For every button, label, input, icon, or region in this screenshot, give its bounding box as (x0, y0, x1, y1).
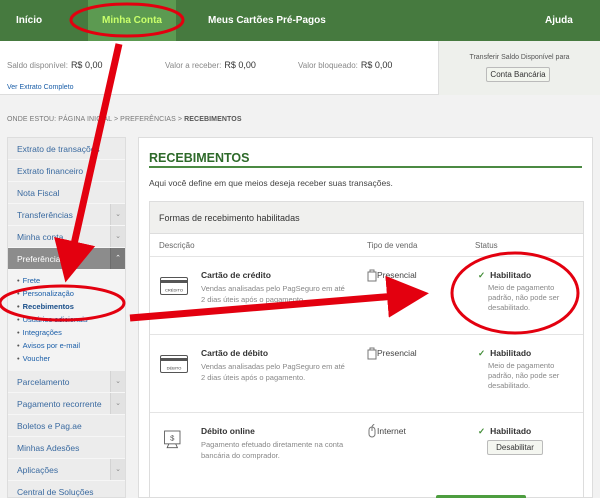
submenu-frete[interactable]: Frete (8, 274, 125, 287)
store-bag-icon (367, 347, 377, 360)
breadcrumb-current: RECEBIMENTOS (184, 116, 242, 123)
sidebar-item-extrato-financeiro[interactable]: Extrato financeiro (8, 160, 125, 182)
table-row: $ Débito online Pagamento efetuado diret… (150, 413, 583, 491)
column-headers: Descrição Tipo de venda Status (150, 234, 583, 257)
store-bag-icon (367, 269, 377, 282)
tipo-venda: Presencial (377, 348, 417, 358)
check-icon: ✓ (478, 270, 486, 280)
table-row: CRÉDITO Cartão de crédito Vendas analisa… (150, 257, 583, 335)
main-panel: RECEBIMENTOS Aqui você define em que mei… (138, 137, 593, 498)
status-badge: ✓ Habilitado (478, 426, 532, 436)
check-icon: ✓ (478, 426, 486, 436)
chevron-down-icon[interactable]: ⌄ (110, 393, 125, 414)
intro-text: Aqui você define em que meios deseja rec… (149, 178, 393, 188)
svg-text:$: $ (170, 433, 175, 442)
sidebar-item-minhas-adesoes[interactable]: Minhas Adesões (8, 437, 125, 459)
debit-card-icon: DÉBITO (160, 355, 188, 373)
submenu-recebimentos[interactable]: Recebimentos (8, 300, 125, 313)
chevron-down-icon[interactable]: ⌄ (110, 371, 125, 392)
desabilitar-button[interactable]: Desabilitar (487, 440, 543, 455)
sidebar-item-aplicacoes[interactable]: Aplicações ⌄ (8, 459, 125, 481)
transfer-label: Transferir Saldo Disponível para (469, 54, 570, 61)
status-badge: ✓ Habilitado (478, 348, 532, 358)
chevron-down-icon[interactable]: ⌄ (110, 226, 125, 247)
status-badge: ✓ Habilitado (478, 270, 532, 280)
credit-card-icon: CRÉDITO (160, 277, 188, 295)
submenu-personalizacao[interactable]: Personalização (8, 287, 125, 300)
nav-minha-conta[interactable]: Minha Conta (88, 0, 176, 41)
sidebar-item-boletos[interactable]: Boletos e Pag.ae (8, 415, 125, 437)
nav-inicio[interactable]: Início (16, 0, 42, 41)
tipo-venda: Presencial (377, 270, 417, 280)
breadcrumb-path[interactable]: ONDE ESTOU: PÁGINA INICIAL > PREFERÊNCIA… (7, 116, 182, 123)
check-icon: ✓ (478, 348, 486, 358)
method-title: Cartão de débito (201, 348, 269, 358)
payment-methods-table: Formas de recebimento habilitadas Descri… (149, 201, 584, 498)
sidebar-item-central-solucoes[interactable]: Central de Soluções (8, 481, 125, 497)
svg-text:DÉBITO: DÉBITO (167, 366, 182, 371)
submenu-usuarios-adicionais[interactable]: Usuários adicionais (8, 313, 125, 326)
online-debit-icon: $ (164, 430, 181, 449)
sidebar: Extrato de transações Extrato financeiro… (7, 137, 126, 498)
method-description: Vendas analisadas pelo PagSeguro em até … (201, 284, 345, 304)
preferencias-submenu: Frete Personalização Recebimentos Usuári… (8, 270, 125, 371)
method-title: Débito online (201, 426, 255, 436)
sidebar-item-nota-fiscal[interactable]: Nota Fiscal (8, 182, 125, 204)
transfer-box: Transferir Saldo Disponível para Conta B… (438, 41, 600, 95)
conta-bancaria-button[interactable]: Conta Bancária (486, 67, 550, 82)
sidebar-item-extrato-transacoes[interactable]: Extrato de transações (8, 138, 125, 160)
chevron-down-icon[interactable]: ⌄ (110, 204, 125, 225)
table-row: DÉBITO Cartão de débito Vendas analisada… (150, 335, 583, 413)
svg-text:CRÉDITO: CRÉDITO (165, 288, 183, 293)
status-description: Meio de pagamento padrão, não pode ser d… (488, 361, 560, 390)
valor-a-receber: Valor a receber: R$ 0,00 (165, 60, 256, 70)
ver-extrato-link[interactable]: Ver Extrato Completo (7, 84, 74, 91)
col-tipo-venda: Tipo de venda (367, 241, 418, 250)
nav-cartoes-pre-pagos[interactable]: Meus Cartões Pré-Pagos (208, 0, 326, 41)
sidebar-item-transferencias[interactable]: Transferências ⌄ (8, 204, 125, 226)
chevron-up-icon[interactable]: ⌃ (110, 248, 125, 269)
nav-ajuda[interactable]: Ajuda (545, 0, 573, 41)
submenu-voucher[interactable]: Voucher (8, 352, 125, 365)
title-divider (149, 166, 582, 168)
chevron-down-icon[interactable]: ⌄ (110, 459, 125, 480)
mouse-icon (368, 424, 376, 438)
tipo-venda: Internet (377, 426, 406, 436)
col-descricao: Descrição (159, 241, 195, 250)
method-title: Cartão de crédito (201, 270, 271, 280)
status-description: Meio de pagamento padrão, não pode ser d… (488, 283, 560, 312)
sidebar-item-preferencias[interactable]: Preferências ⌃ (8, 248, 125, 270)
table-title: Formas de recebimento habilitadas (150, 202, 583, 234)
sidebar-item-parcelamento[interactable]: Parcelamento ⌄ (8, 371, 125, 393)
saldo-disponivel: Saldo disponível: R$ 0,00 (7, 60, 103, 70)
col-status: Status (475, 241, 498, 250)
sidebar-item-minha-conta[interactable]: Minha conta ⌄ (8, 226, 125, 248)
submenu-integracoes[interactable]: Integrações (8, 326, 125, 339)
method-description: Pagamento efetuado diretamente na conta … (201, 440, 344, 460)
page-title: RECEBIMENTOS (149, 151, 250, 165)
sidebar-item-pagamento-recorrente[interactable]: Pagamento recorrente ⌄ (8, 393, 125, 415)
submenu-avisos-email[interactable]: Avisos por e-mail (8, 339, 125, 352)
method-description: Vendas analisadas pelo PagSeguro em até … (201, 362, 345, 382)
top-navigation: Início Minha Conta Meus Cartões Pré-Pago… (0, 0, 600, 41)
valor-bloqueado: Valor bloqueado: R$ 0,00 (298, 60, 393, 70)
breadcrumb: ONDE ESTOU: PÁGINA INICIAL > PREFERÊNCIA… (7, 116, 242, 123)
